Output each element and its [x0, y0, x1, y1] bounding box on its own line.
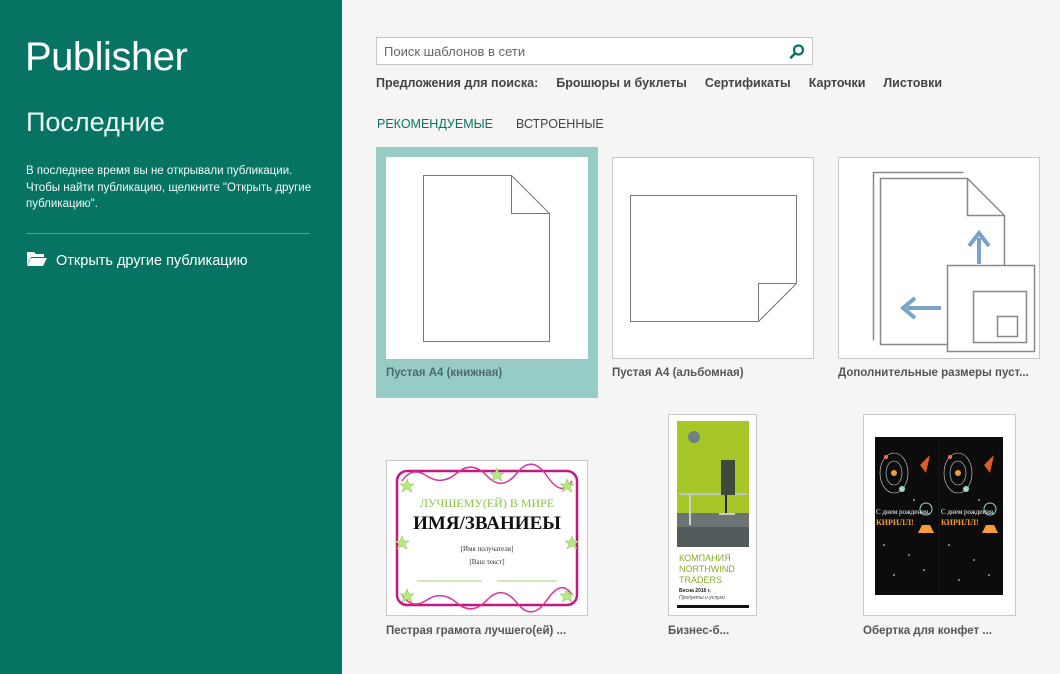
main-panel: Предложения для поиска: Брошюры и буклет…	[342, 0, 1060, 674]
search-suggestions: Предложения для поиска: Брошюры и буклет…	[376, 76, 942, 90]
landscape-page-icon	[630, 195, 797, 322]
brochure-line3: TRADERS	[679, 575, 722, 585]
certificate-title: ИМЯ/ЗВАНИЕЫ	[413, 513, 561, 534]
template-thumbnail	[838, 157, 1040, 359]
wrapper-greeting-right: С днем рождения,	[941, 508, 995, 516]
certificate-recipient: [Имя получателя]	[461, 545, 514, 553]
portrait-page-icon	[423, 175, 550, 342]
template-thumbnail: КОМПАНИЯ NORTHWIND TRADERS Весна 2016 г.…	[668, 414, 757, 616]
template-candy-wrapper[interactable]: С днем рождения, КИРИЛЛ! С днем рождения…	[853, 405, 1023, 650]
template-caption: Пустая A4 (альбомная)	[612, 367, 744, 379]
certificate-text: [Ваш текст]	[469, 558, 504, 566]
template-more-blank-sizes[interactable]: Дополнительные размеры пуст...	[828, 147, 1050, 398]
suggestion-cards[interactable]: Карточки	[809, 76, 866, 90]
suggestion-flyers[interactable]: Листовки	[883, 76, 942, 90]
suggestions-label: Предложения для поиска:	[376, 76, 539, 90]
brochure-preview: КОМПАНИЯ NORTHWIND TRADERS Весна 2016 г.…	[677, 421, 749, 608]
tab-built-in[interactable]: ВСТРОЕННЫЕ	[516, 117, 604, 131]
template-business-brochure[interactable]: КОМПАНИЯ NORTHWIND TRADERS Весна 2016 г.…	[658, 405, 758, 650]
app-title: Publisher	[25, 35, 188, 79]
template-caption: Пустая A4 (книжная)	[386, 367, 503, 379]
tab-featured[interactable]: РЕКОМЕНДУЕМЫЕ	[377, 117, 493, 131]
recent-heading: Последние	[26, 107, 165, 137]
template-thumbnail	[612, 157, 814, 359]
template-caption: Дополнительные размеры пуст...	[838, 367, 1029, 379]
wrapper-name-left: КИРИЛЛ!	[876, 518, 914, 527]
wrapper-name-right: КИРИЛЛ!	[941, 518, 979, 527]
search-input[interactable]	[377, 38, 777, 64]
wrapper-greeting-left: С днем рождения,	[876, 508, 930, 516]
brochure-line1: КОМПАНИЯ	[679, 553, 731, 563]
search-icon[interactable]	[788, 43, 806, 61]
template-caption: Бизнес-б...	[668, 625, 730, 637]
template-tabs: РЕКОМЕНДУЕМЫЕ ВСТРОЕННЫЕ	[377, 117, 604, 131]
search-box	[376, 37, 813, 65]
brochure-season: Весна 2016 г.	[679, 588, 711, 594]
candy-wrapper-preview: С днем рождения, КИРИЛЛ! С днем рождения…	[875, 437, 1003, 595]
suggestion-brochures[interactable]: Брошюры и буклеты	[556, 76, 687, 90]
folder-open-icon	[26, 250, 48, 271]
suggestion-certificates[interactable]: Сертификаты	[705, 76, 791, 90]
page-sizes-icon	[872, 171, 1036, 353]
sidebar-divider	[26, 233, 310, 234]
template-blank-a4-portrait[interactable]: Пустая A4 (книжная)	[376, 147, 598, 398]
template-caption: Обертка для конфет ...	[863, 625, 992, 637]
template-caption: Пестрая грамота лучшего(ей) ...	[386, 625, 567, 637]
certificate-preview: ЛУЧШЕМУ(ЕЙ) В МИРЕ ИМЯ/ЗВАНИЕЫ [Имя полу…	[394, 463, 580, 613]
open-other-publications-button[interactable]: Открыть другие публикацию	[26, 250, 248, 271]
brochure-line2: NORTHWIND	[679, 564, 735, 574]
certificate-heading: ЛУЧШЕМУ(ЕЙ) В МИРЕ	[420, 496, 554, 510]
recent-description: В последнее время вы не открывали публик…	[26, 165, 312, 210]
open-other-label: Открыть другие публикацию	[56, 252, 248, 269]
template-thumbnail	[386, 157, 588, 359]
template-certificate[interactable]: ЛУЧШЕМУ(ЕЙ) В МИРЕ ИМЯ/ЗВАНИЕЫ [Имя полу…	[376, 450, 598, 650]
brochure-subtitle: Продукты и услуги	[679, 595, 725, 601]
template-thumbnail: С днем рождения, КИРИЛЛ! С днем рождения…	[863, 414, 1016, 616]
sidebar: Publisher Последние В последнее время вы…	[0, 0, 342, 674]
template-blank-a4-landscape[interactable]: Пустая A4 (альбомная)	[602, 147, 824, 398]
template-thumbnail: ЛУЧШЕМУ(ЕЙ) В МИРЕ ИМЯ/ЗВАНИЕЫ [Имя полу…	[386, 460, 588, 616]
